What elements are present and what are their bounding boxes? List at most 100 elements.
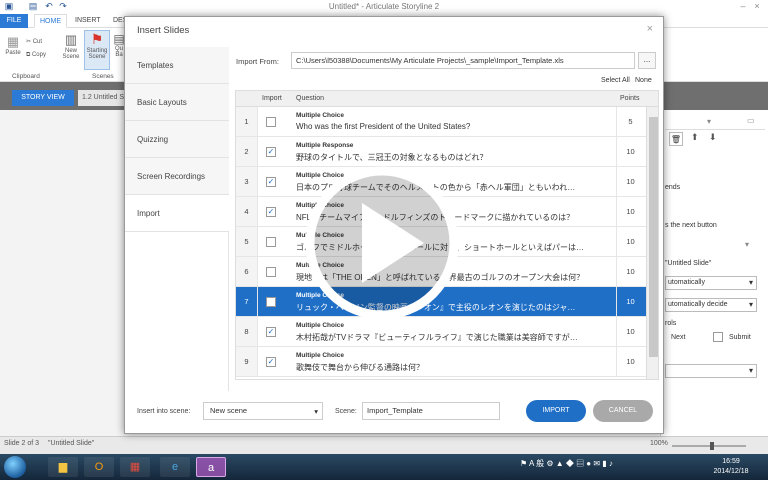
new-scene-button[interactable]: ▥ New Scene (60, 32, 82, 60)
nav-quizzing[interactable]: Quizzing (125, 121, 229, 158)
zoom-slider-thumb[interactable] (710, 442, 714, 450)
nav-screen-recordings[interactable]: Screen Recordings (125, 158, 229, 195)
tab-home[interactable]: HOME (34, 14, 67, 28)
question-points: 10 (616, 197, 644, 226)
zoom-slider[interactable] (672, 442, 746, 450)
import-checkbox[interactable] (266, 177, 276, 187)
question-text: Who was the first President of the Unite… (296, 122, 471, 131)
tray-icons[interactable]: ⚙ ▲ ◆ ▤ ● ✉ ▮ ♪ (546, 459, 613, 468)
import-checkbox[interactable] (266, 297, 276, 307)
panel2-chevron-icon[interactable]: ▾ (745, 240, 749, 249)
advance-select[interactable]: utomatically (665, 276, 757, 290)
new-scene-label: New Scene (62, 48, 80, 60)
starting-scene-label: Starting Scene (86, 48, 108, 60)
import-checkbox[interactable] (266, 267, 276, 277)
story-view-tab[interactable]: STORY VIEW (12, 90, 74, 106)
copy-label: Copy (31, 52, 46, 58)
row-number: 3 (236, 167, 258, 196)
clock-time: 16:59 (722, 458, 740, 465)
status-bar: Slide 2 of 3 "Untitled Slide" 100% (0, 436, 768, 454)
question-type: Multiple Choice (296, 112, 345, 119)
tab-insert[interactable]: INSERT (70, 14, 106, 28)
arrow-up-icon[interactable]: ⬆ (691, 132, 699, 143)
row-number: 7 (236, 287, 258, 316)
question-points: 10 (616, 287, 644, 316)
browse-button[interactable]: ... (638, 52, 656, 69)
internet-explorer-icon[interactable]: e (160, 457, 190, 477)
question-points: 10 (616, 137, 644, 166)
group-clipboard: Clipboard (12, 73, 40, 80)
import-checkbox[interactable] (266, 357, 276, 367)
select-all-link[interactable]: Select All (601, 77, 630, 84)
clock-date: 2014/12/18 (713, 468, 749, 475)
panel-select-3[interactable] (665, 364, 757, 378)
storyline-app: ▣ ▤ ↶ ↷ Untitled* - Articulate Storyline… (0, 0, 768, 454)
nav-basic-layouts[interactable]: Basic Layouts (125, 84, 229, 121)
outlook-icon[interactable]: O (84, 457, 114, 477)
col-points: Points (620, 95, 640, 102)
restore-icon[interactable]: ▭ (747, 116, 755, 125)
tab-file[interactable]: FILE (0, 14, 28, 28)
start-button-icon[interactable] (4, 456, 26, 478)
cut-button[interactable]: ✂ Cut (26, 38, 42, 45)
table-row[interactable]: 1 Multiple Choice Who was the first Pres… (236, 107, 646, 137)
import-button[interactable]: IMPORT (526, 400, 586, 422)
dialog-nav: Templates Basic Layouts Quizzing Screen … (125, 47, 229, 391)
col-import: Import (262, 95, 282, 102)
select-none-link[interactable]: None (635, 77, 652, 84)
starting-scene-button[interactable]: ⚑ Starting Scene (84, 30, 110, 70)
table-row[interactable]: 9 Multiple Choice 歌舞伎で舞台から伸びる通路は何？ 10 (236, 347, 646, 377)
right-panel: ▾ ▭ 🗑 ⬆ ⬇ ends s the next button "Untitl… (660, 110, 768, 436)
row-number: 6 (236, 257, 258, 286)
dialog-title: Insert Slides (137, 25, 190, 36)
import-checkbox[interactable] (266, 237, 276, 247)
panel-slide-name: "Untitled Slide" (665, 260, 712, 267)
paste-button[interactable]: ▦ Paste (4, 34, 22, 56)
row-number: 8 (236, 317, 258, 346)
next-option[interactable]: Next (671, 334, 685, 341)
question-text: 木村拓哉がTVドラマ『ビューティフルライフ』で演じた職業は美容師ですが… (296, 333, 578, 342)
row-number: 4 (236, 197, 258, 226)
clock[interactable]: 16:59 2014/12/18 (700, 457, 762, 477)
table-scrollbar[interactable] (646, 107, 658, 379)
question-text: 歌舞伎で舞台から伸びる通路は何？ (296, 363, 424, 372)
submit-checkbox[interactable] (713, 332, 723, 342)
ime-indicator[interactable]: A 般 (529, 459, 544, 468)
close-window-icon[interactable]: × (752, 1, 762, 11)
scene-name-field[interactable]: Import_Template (362, 402, 500, 420)
copy-button[interactable]: ⧉ Copy (26, 52, 46, 59)
row-number: 2 (236, 137, 258, 166)
import-path-field[interactable]: C:\Users\l50388\Documents\My Articulate … (291, 52, 635, 69)
tray-flag-icon[interactable]: ⚑ (520, 459, 527, 468)
revisit-select[interactable]: utomatically decide (665, 298, 757, 312)
nav-templates[interactable]: Templates (125, 47, 229, 84)
new-scene-icon: ▥ (64, 32, 78, 47)
question-text: 野球のタイトルで、三冠王の対象となるものはどれ？ (296, 153, 488, 162)
scrollbar-thumb[interactable] (649, 117, 658, 357)
flag-icon: ⚑ (90, 31, 104, 47)
app-grid-icon[interactable]: ▦ (120, 457, 150, 477)
import-checkbox[interactable] (266, 207, 276, 217)
cancel-button[interactable]: CANCEL (593, 400, 653, 422)
table-header: Import Question Points (236, 91, 658, 107)
status-slide-name: "Untitled Slide" (48, 440, 95, 447)
submit-option[interactable]: Submit (729, 334, 751, 341)
arrow-down-icon[interactable]: ⬇ (709, 132, 717, 143)
panel-header: ▾ ▭ (665, 116, 765, 130)
question-points: 10 (616, 257, 644, 286)
nav-import[interactable]: Import (125, 195, 229, 232)
articulate-icon[interactable]: a (196, 457, 226, 477)
chevron-down-icon[interactable]: ▾ (707, 117, 711, 126)
question-type: Multiple Choice (296, 352, 345, 359)
import-checkbox[interactable] (266, 327, 276, 337)
paste-label: Paste (5, 50, 21, 56)
import-checkbox[interactable] (266, 147, 276, 157)
minimize-icon[interactable]: – (738, 1, 748, 11)
cut-icon: ✂ (26, 39, 32, 45)
video-play-icon[interactable] (302, 163, 462, 323)
explorer-icon[interactable]: ▆ (48, 457, 78, 477)
trash-icon[interactable]: 🗑 (669, 132, 683, 146)
import-checkbox[interactable] (266, 117, 276, 127)
dialog-close-icon[interactable]: × (647, 23, 653, 35)
insert-scene-select[interactable]: New scene (203, 402, 323, 420)
